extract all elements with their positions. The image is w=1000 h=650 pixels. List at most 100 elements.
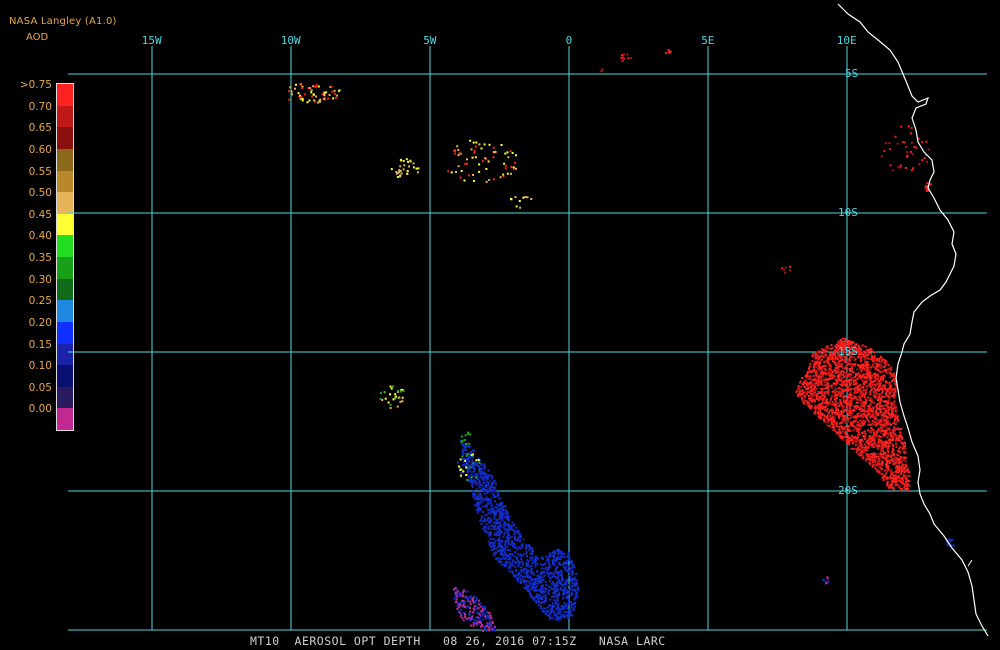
aerosol-pixel bbox=[465, 617, 468, 620]
aerosol-pixel bbox=[490, 505, 493, 508]
aerosol-pixel bbox=[864, 392, 867, 395]
aerosol-pixel bbox=[813, 394, 816, 397]
aerosol-pixel bbox=[883, 364, 886, 367]
aerosol-pixel bbox=[859, 419, 862, 422]
aerosol-pixel bbox=[872, 360, 875, 363]
aerosol-pixel bbox=[880, 380, 883, 383]
aerosol-pixel bbox=[455, 171, 457, 173]
aerosol-pixel bbox=[493, 479, 496, 482]
aerosol-pixel bbox=[831, 373, 834, 376]
aerosol-pixel bbox=[396, 389, 399, 392]
aerosol-pixel bbox=[895, 482, 898, 485]
aerosol-pixel bbox=[494, 522, 497, 525]
aerosol-pixel bbox=[321, 93, 324, 96]
aerosol-pixel bbox=[872, 408, 875, 411]
aerosol-pixel bbox=[322, 98, 325, 100]
aerosol-pixel bbox=[784, 266, 787, 269]
aerosol-pixel bbox=[891, 439, 894, 442]
aerosol-pixel bbox=[529, 552, 532, 555]
aerosol-pixel bbox=[837, 404, 840, 407]
aerosol-pixel bbox=[463, 605, 466, 608]
latitude-label: 15S bbox=[838, 345, 858, 358]
aerosol-pixel bbox=[554, 567, 557, 570]
aerosol-pixel bbox=[844, 337, 847, 340]
aerosol-pixel bbox=[556, 598, 559, 601]
aerosol-pixel bbox=[868, 352, 871, 355]
aerosol-pixel bbox=[518, 540, 521, 543]
aerosol-pixel bbox=[872, 446, 875, 448]
aerosol-pixel bbox=[811, 378, 814, 381]
aerosol-pixel bbox=[853, 391, 856, 394]
aerosol-pixel bbox=[908, 474, 911, 477]
aerosol-pixel bbox=[882, 444, 885, 447]
aerosol-pixel bbox=[808, 404, 811, 407]
aerosol-pixel bbox=[507, 533, 510, 536]
aerosol-pixel bbox=[491, 620, 494, 623]
aerosol-pixel bbox=[895, 413, 898, 416]
aerosol-pixel bbox=[566, 614, 569, 617]
aerosol-pixel bbox=[492, 545, 495, 548]
latitude-label: 20S bbox=[838, 484, 858, 497]
aerosol-pixel bbox=[841, 359, 844, 361]
aerosol-pixel bbox=[554, 618, 557, 621]
aerosol-pixel bbox=[467, 174, 470, 177]
aerosol-pixel bbox=[924, 185, 927, 187]
aerosol-pixel bbox=[549, 616, 551, 619]
aerosol-pixel bbox=[379, 391, 382, 394]
aerosol-pixel bbox=[837, 362, 840, 365]
aerosol-pixel bbox=[572, 608, 575, 611]
aerosol-pixel bbox=[510, 197, 512, 200]
aerosol-pixel bbox=[900, 459, 903, 462]
aerosol-pixel bbox=[570, 578, 573, 581]
aerosol-pixel bbox=[463, 179, 466, 182]
aerosol-pixel bbox=[888, 381, 891, 384]
aerosol-pixel bbox=[903, 458, 906, 461]
aerosol-pixel bbox=[868, 383, 871, 386]
aerosol-pixel bbox=[813, 378, 815, 381]
aerosol-pixel bbox=[490, 548, 493, 551]
aerosol-pixel bbox=[540, 580, 543, 583]
aerosol-pixel bbox=[782, 269, 785, 272]
aerosol-pixel bbox=[562, 596, 565, 599]
aerosol-pixel bbox=[865, 388, 868, 391]
aerosol-pixel bbox=[478, 519, 481, 522]
aerosol-pixel bbox=[844, 417, 846, 420]
aerosol-pixel bbox=[499, 557, 502, 560]
aerosol-pixel bbox=[485, 625, 488, 628]
aerosol-pixel bbox=[315, 84, 318, 87]
aerosol-pixel bbox=[884, 432, 886, 435]
aerosol-pixel bbox=[533, 596, 536, 599]
aerosol-pixel bbox=[876, 377, 879, 380]
aerosol-pixel bbox=[505, 509, 508, 512]
aerosol-pixel bbox=[918, 163, 921, 165]
aerosol-pixel bbox=[861, 454, 864, 457]
aerosol-pixel bbox=[869, 443, 872, 446]
aerosol-pixel bbox=[567, 603, 570, 606]
aerosol-pixel bbox=[908, 484, 911, 487]
lat-lon-grid bbox=[68, 46, 987, 631]
aerosol-pixel bbox=[856, 398, 859, 401]
aerosol-pixel bbox=[497, 546, 500, 549]
aerosol-pixel bbox=[891, 410, 894, 413]
aerosol-pixel bbox=[549, 552, 552, 555]
aerosol-pixel bbox=[544, 580, 547, 583]
aerosol-pixel bbox=[867, 396, 870, 399]
aerosol-pixel bbox=[927, 148, 930, 151]
aerosol-pixel bbox=[831, 386, 834, 389]
aerosol-pixel bbox=[389, 393, 391, 396]
aerosol-pixel bbox=[880, 414, 883, 417]
aerosol-pixel bbox=[325, 91, 328, 94]
aerosol-pixel bbox=[520, 581, 522, 584]
aerosol-pixel bbox=[570, 567, 573, 569]
aerosol-pixel bbox=[809, 382, 812, 385]
aerosol-pixel bbox=[889, 484, 891, 486]
aerosol-pixel bbox=[846, 439, 849, 442]
aerosol-pixel bbox=[496, 491, 499, 494]
aerosol-pixel bbox=[500, 144, 503, 146]
aerosol-pixel bbox=[895, 468, 897, 470]
aerosol-pixel bbox=[867, 373, 870, 376]
aerosol-pixel bbox=[831, 377, 834, 380]
aerosol-pixel bbox=[873, 438, 876, 441]
aerosol-pixel bbox=[830, 344, 833, 347]
longitude-label: 10E bbox=[836, 34, 857, 47]
